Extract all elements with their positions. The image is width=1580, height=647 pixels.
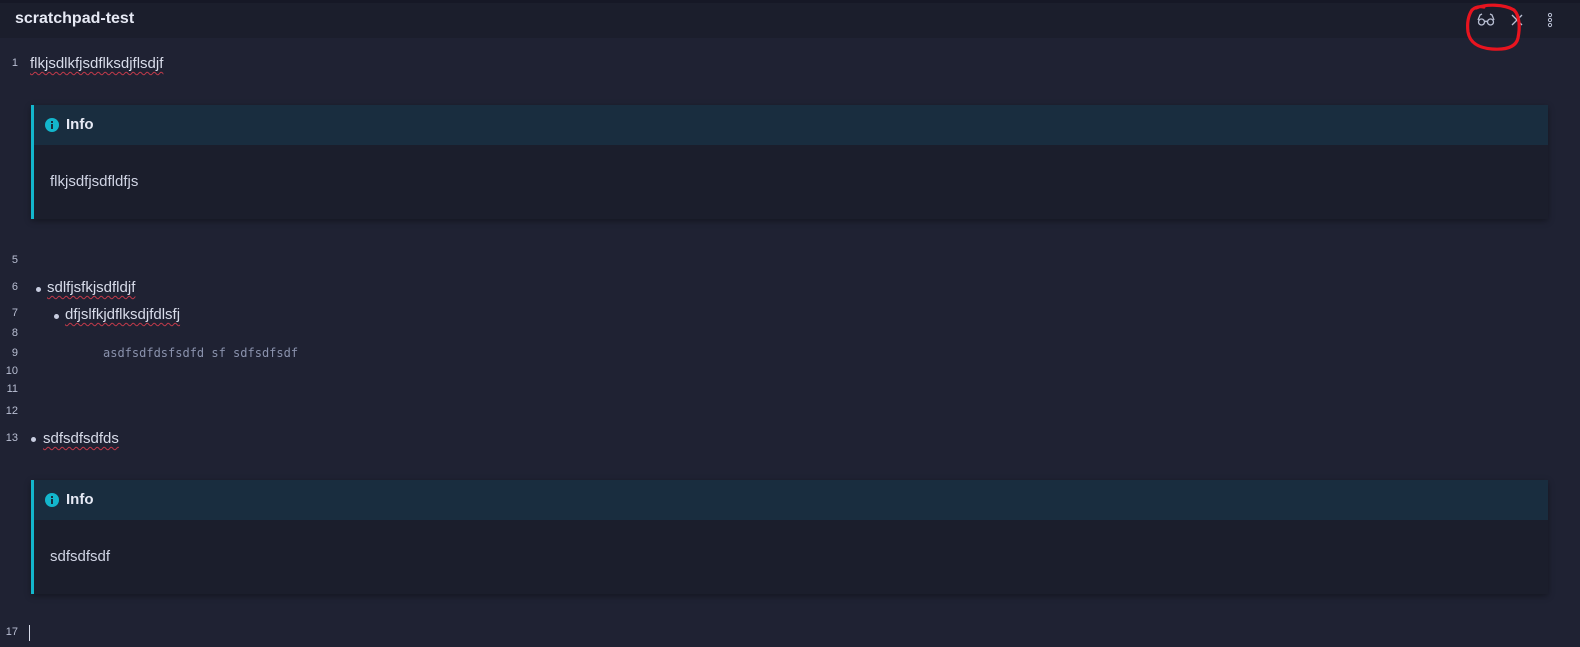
line-number: 1: [11, 57, 18, 69]
bullet-marker: [31, 437, 36, 442]
editor-line-text[interactable]: flkjsdlkfjsdflksdjflsdjf: [30, 55, 163, 72]
text-cursor: [29, 625, 30, 641]
list-item-text[interactable]: sdfsdfsdfds: [43, 430, 119, 447]
line-number: 17: [5, 626, 18, 638]
callout-body: sdfsdfsdf: [50, 548, 111, 565]
callout-title: Info: [66, 116, 94, 133]
code-line[interactable]: asdfsdfdsfsdfd sf sdfsdfsdf: [103, 346, 298, 360]
info-icon: [45, 493, 59, 507]
callout-body: flkjsdfjsdfldfjs: [50, 173, 139, 190]
line-number: 7: [11, 307, 18, 319]
line-number: 10: [5, 365, 18, 377]
bullet-marker: [36, 287, 41, 292]
more-options-icon: [1547, 12, 1553, 28]
line-number: 11: [6, 383, 18, 395]
line-number: 5: [11, 254, 18, 266]
callout-header: Info: [34, 480, 1548, 520]
line-number: 13: [5, 432, 18, 444]
line-number: 8: [11, 327, 18, 339]
info-callout[interactable]: Info flkjsdfjsdfldfjs: [31, 105, 1548, 219]
note-title: scratchpad-test: [15, 10, 135, 27]
scratchpad-app: scratchpad-test 1 5 6 7 8 9 10 11 12 13 …: [0, 0, 1580, 647]
close-button[interactable]: [1505, 8, 1529, 32]
line-number: 6: [11, 281, 18, 293]
reading-view-button[interactable]: [1474, 8, 1498, 32]
reading-view-icon: [1477, 13, 1495, 26]
line-number: 9: [11, 347, 18, 359]
note-header: scratchpad-test: [0, 3, 1580, 38]
bullet-marker: [54, 314, 59, 319]
info-callout[interactable]: Info sdfsdfsdf: [31, 480, 1548, 594]
close-icon: [1511, 14, 1523, 26]
callout-header: Info: [34, 105, 1548, 145]
more-options-button[interactable]: [1538, 8, 1562, 32]
line-number: 12: [5, 405, 18, 417]
list-item-text[interactable]: sdlfjsfkjsdfldjf: [47, 279, 135, 296]
info-icon: [45, 118, 59, 132]
callout-title: Info: [66, 491, 94, 508]
list-item-text[interactable]: dfjslfkjdflksdjfdlsfj: [65, 306, 180, 323]
